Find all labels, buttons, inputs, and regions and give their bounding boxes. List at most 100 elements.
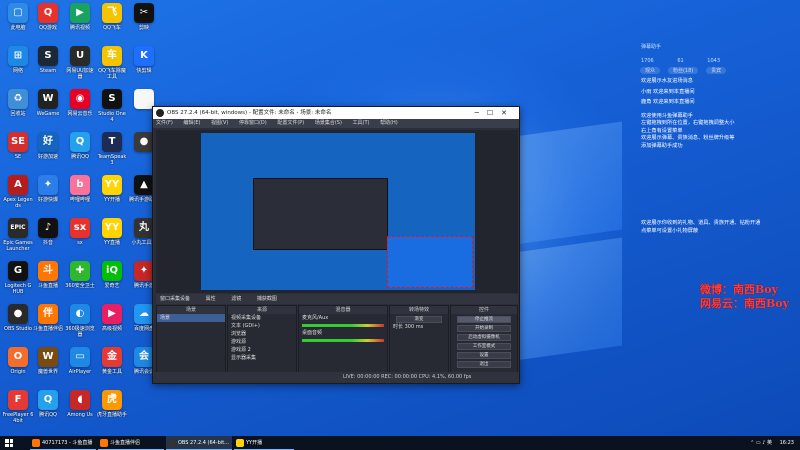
taskbar-item-douyu-browser[interactable]: 40717173 - 斗鱼直播: [30, 436, 96, 450]
scene-item[interactable]: 场景: [157, 314, 225, 322]
desktop-icon[interactable]: sx sx: [64, 218, 96, 246]
desktop-icon[interactable]: iQ 爱奇艺: [96, 261, 128, 289]
window-controls[interactable]: ─☐✕: [475, 107, 515, 119]
menu-help[interactable]: 帮助(H): [380, 120, 398, 126]
desktop-icon-label: TeamSpeak 3: [97, 154, 127, 166]
desktop-icon[interactable]: T TeamSpeak 3: [96, 132, 128, 166]
screenshot-button[interactable]: 捕获截图: [257, 296, 277, 302]
menu-docks[interactable]: 停靠窗口(D): [239, 120, 267, 126]
desktop-icon[interactable]: Q QQ游戏: [32, 3, 64, 31]
desktop-icon[interactable]: ▶ 高级视频: [96, 304, 128, 332]
transitions-title: 转场特效: [390, 306, 448, 314]
obs-preview[interactable]: [156, 130, 518, 293]
settings-button[interactable]: 设置: [457, 352, 511, 359]
exit-button[interactable]: 退出: [457, 361, 511, 368]
menu-view[interactable]: 视图(V): [211, 120, 228, 126]
tab-vip[interactable]: 贵宾: [706, 67, 727, 74]
preview-canvas: [201, 133, 475, 290]
tray-icons[interactable]: ⌃ ▭ ♪ 英: [750, 440, 772, 446]
desktop-icon[interactable]: ✚ 360安全卫士: [64, 261, 96, 289]
app-icon: ●: [134, 132, 154, 152]
desktop-icon[interactable]: W 魔兽世界: [32, 347, 64, 375]
obs-titlebar[interactable]: OBS 27.2.4 (64-bit, windows) - 配置文件: 未命名…: [153, 107, 519, 119]
desktop-icon[interactable]: W WeGame: [32, 89, 64, 117]
system-tray: ⌃ ▭ ♪ 英 16:23: [750, 436, 794, 450]
desktop-icon[interactable]: S Studio One 4: [96, 89, 128, 123]
desktop-icon[interactable]: SE SE: [2, 132, 34, 160]
desktop-icon-label: YY直播: [103, 240, 121, 246]
desktop-icon[interactable]: 飞 QQ飞车: [96, 3, 128, 31]
desktop-icon[interactable]: b 哔哩哔哩: [64, 175, 96, 203]
desktop-icon[interactable]: U 网易UU加速器: [64, 46, 96, 80]
desktop-icon[interactable]: 伴斗鱼直播伴侣: [32, 304, 64, 332]
menu-file[interactable]: 文件(F): [156, 120, 173, 126]
menu-profile[interactable]: 配置文件(P): [277, 120, 304, 126]
desktop-icon[interactable]: ♻ 回收站: [2, 89, 34, 117]
desktop-icon[interactable]: Q 腾讯QQ: [64, 132, 96, 160]
taskbar-item-yy[interactable]: YY开播: [234, 436, 294, 450]
app-icon: G: [8, 261, 28, 281]
desktop-icon[interactable]: ◐ 360极速浏览器: [64, 304, 96, 338]
desktop-icon[interactable]: ✂ 剪映: [128, 3, 160, 31]
desktop-icon[interactable]: ◉ 网易云音乐: [64, 89, 96, 117]
source-item[interactable]: 视频采集设备: [228, 314, 296, 322]
desktop-icon[interactable]: ⊞ 网络: [2, 46, 34, 74]
app-icon: ◉: [70, 89, 90, 109]
desktop-icon[interactable]: ♪ 抖音: [32, 218, 64, 246]
desktop-icon[interactable]: O Origin: [2, 347, 34, 375]
studio-mode-button[interactable]: 工作室模式: [457, 343, 511, 350]
desktop-icon-label: 网易云音乐: [67, 111, 93, 117]
clock[interactable]: 16:23: [780, 440, 794, 446]
taskbar-item-douyu-companion[interactable]: 斗鱼直播伴侣: [98, 436, 164, 450]
start-button[interactable]: [5, 439, 13, 447]
filters-button[interactable]: 滤镜: [231, 296, 241, 302]
duration-value[interactable]: 300 ms: [405, 324, 424, 330]
start-recording-button[interactable]: 开始录制: [457, 325, 511, 332]
desktop-icon[interactable]: 虎虎牙直播助手: [96, 390, 128, 418]
source-item[interactable]: 游戏源: [228, 338, 296, 346]
app-icon: ▲: [134, 175, 154, 195]
source-item[interactable]: 浏览器: [228, 330, 296, 338]
desktop-icon[interactable]: EPIC Epic Games Launcher: [2, 218, 34, 252]
properties-button[interactable]: 属性: [206, 296, 216, 302]
app-icon: 车: [102, 46, 122, 66]
desktop-icon[interactable]: A Apex Legends: [2, 175, 34, 209]
desktop-icon[interactable]: 金黄金工具: [96, 347, 128, 375]
selected-source-bounds[interactable]: [387, 236, 473, 288]
desktop-icon[interactable]: YY YY直播: [96, 218, 128, 246]
desktop-icon[interactable]: Q 腾讯QQ: [32, 390, 64, 418]
desktop-icon[interactable]: YY YY开播: [96, 175, 128, 203]
virtual-camera-button[interactable]: 启动虚拟摄像机: [457, 334, 511, 341]
desktop-icon[interactable]: K 快剪辑: [128, 46, 160, 74]
source-item[interactable]: 游戏源 2: [228, 346, 296, 354]
desktop-volume-meter[interactable]: [302, 339, 384, 342]
mic-volume-meter[interactable]: [302, 324, 384, 327]
tab-fans[interactable]: 粉丝(18): [667, 67, 699, 74]
obs-window[interactable]: OBS 27.2.4 (64-bit, windows) - 配置文件: 未命名…: [152, 106, 520, 384]
stop-streaming-button[interactable]: 停止推流: [457, 316, 511, 323]
taskbar-item-obs[interactable]: OBS 27.2.4 (64-bit...: [166, 436, 232, 450]
desktop-icon-label: 360极速浏览器: [65, 326, 95, 338]
desktop-icon[interactable]: 车 QQ飞车除魔工具: [96, 46, 128, 80]
desktop-icon[interactable]: ◖ Among Us: [64, 390, 96, 418]
desktop-icon[interactable]: 斗斗鱼直播: [32, 261, 64, 289]
desktop-icon[interactable]: ▶ 腾讯视频: [64, 3, 96, 31]
menu-scene-collection[interactable]: 场景集合(S): [315, 120, 342, 126]
source-item[interactable]: 文本 (GDI+): [228, 322, 296, 330]
desktop-icon[interactable]: 好好游加速: [32, 132, 64, 160]
desktop-icon[interactable]: S Steam: [32, 46, 64, 74]
desktop-icon[interactable]: G Logitech G HUB: [2, 261, 34, 295]
menu-tools[interactable]: 工具(T): [353, 120, 370, 126]
transition-select[interactable]: 渐变: [396, 316, 442, 323]
menu-edit[interactable]: 编辑(E): [183, 120, 200, 126]
desktop-icon[interactable]: F FreePlayer 64bit: [2, 390, 34, 424]
source-item[interactable]: 显示器采集: [228, 354, 296, 362]
chat-line: 欢迎展示弹幕、贵族消息、粉丝牌升级等: [641, 135, 735, 141]
tab-viewers[interactable]: 观众: [640, 67, 661, 74]
desktop-icon[interactable]: ▭ AirPlayer: [64, 347, 96, 375]
desktop-icon[interactable]: ✦ 好游快爆: [32, 175, 64, 203]
stat-fans: 61: [677, 58, 684, 64]
yy-icon: [236, 439, 244, 447]
desktop-icon[interactable]: ● OBS Studio: [2, 304, 34, 332]
desktop-icon[interactable]: ▢ 此电脑: [2, 3, 34, 31]
